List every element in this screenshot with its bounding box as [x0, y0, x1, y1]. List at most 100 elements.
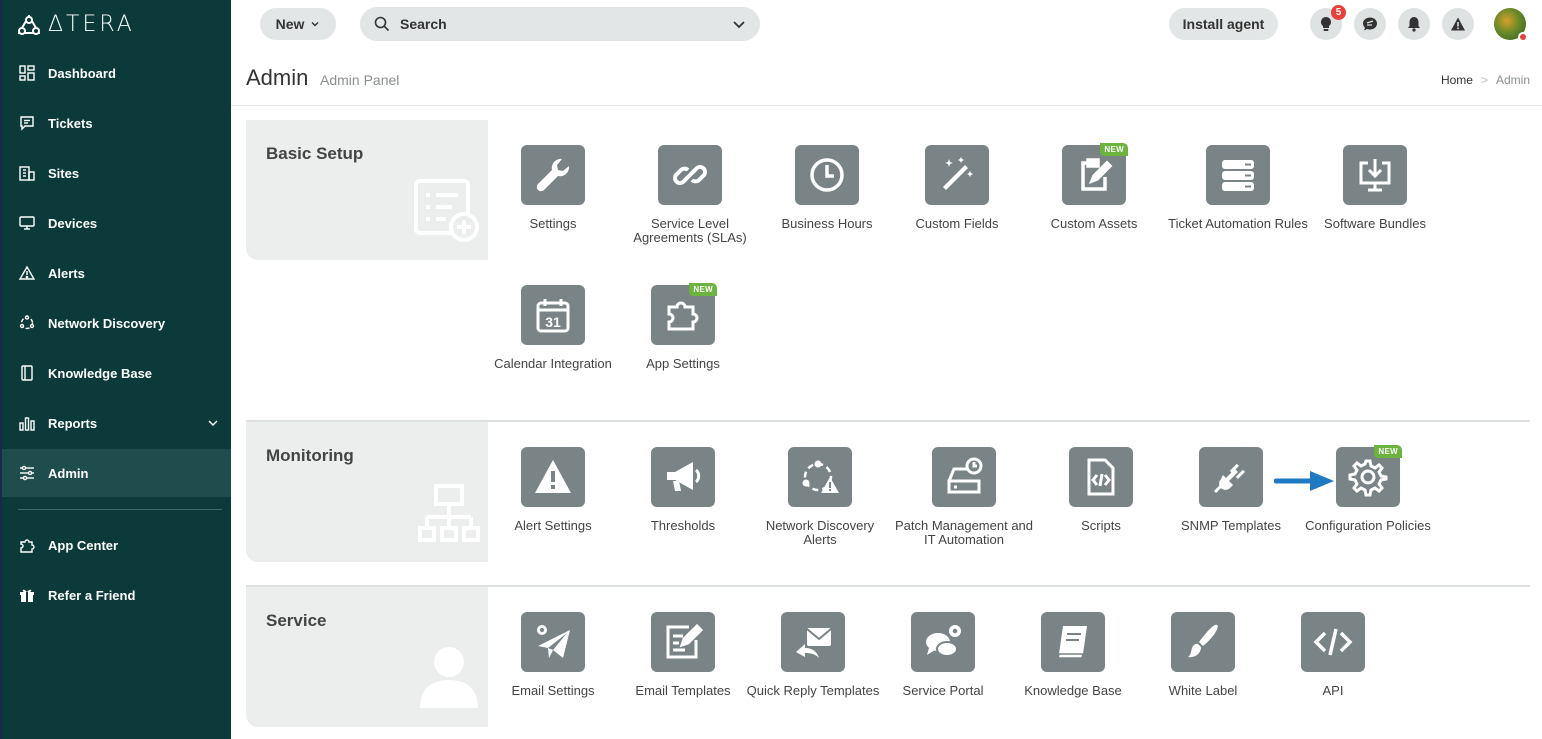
tile-email-settings[interactable]: Email Settings	[483, 612, 623, 698]
bell-icon	[1408, 17, 1420, 32]
breadcrumb-separator: >	[1480, 73, 1488, 87]
new-badge: NEW	[1100, 143, 1128, 156]
tile-patch-management[interactable]: Patch Management and IT Automation	[894, 447, 1034, 547]
tile-label: Service Level Agreements (SLAs)	[633, 216, 747, 245]
top-bar: New Install agent 5	[231, 0, 1542, 48]
breadcrumb-home-link[interactable]: Home	[1441, 73, 1473, 87]
tile-ticket-automation-rules[interactable]: Ticket Automation Rules	[1168, 145, 1308, 231]
tile-email-templates[interactable]: Email Templates	[613, 612, 753, 698]
brand-logo[interactable]: ΔTERA	[18, 12, 135, 37]
tile-calendar-integration[interactable]: 31 Calendar Integration	[483, 285, 623, 371]
network-alert-icon	[788, 447, 852, 507]
alerts-button[interactable]	[1442, 8, 1474, 40]
tile-quick-reply-templates[interactable]: Quick Reply Templates	[743, 612, 883, 698]
tile-settings[interactable]: Settings	[483, 145, 623, 231]
monitor-icon	[18, 214, 36, 232]
sidebar-item-devices[interactable]: Devices	[2, 199, 231, 247]
atera-logo-icon	[18, 14, 40, 35]
tile-label: Email Settings	[511, 683, 595, 698]
puzzle-icon: NEW	[651, 283, 717, 345]
download-monitor-icon	[1343, 145, 1407, 205]
sidebar-item-reports[interactable]: Reports	[2, 399, 231, 447]
tile-label: Alert Settings	[514, 518, 592, 533]
tile-thresholds[interactable]: Thresholds	[613, 447, 753, 533]
sidebar-item-label: App Center	[48, 537, 119, 553]
tile-api[interactable]: API	[1263, 612, 1403, 698]
template-edit-icon	[651, 612, 715, 672]
tile-service-portal[interactable]: Service Portal	[873, 612, 1013, 698]
sidebar-item-network-discovery[interactable]: Network Discovery	[2, 299, 231, 347]
tile-label: Custom Fields	[915, 216, 999, 231]
sidebar-item-label: Refer a Friend	[48, 587, 136, 603]
sidebar-item-dashboard[interactable]: Dashboard	[2, 49, 231, 97]
sidebar-divider	[18, 509, 222, 510]
avatar[interactable]	[1494, 8, 1528, 42]
tile-business-hours[interactable]: Business Hours	[757, 145, 897, 231]
paper-plane-gear-icon	[521, 612, 585, 672]
tile-label: SNMP Templates	[1181, 518, 1281, 533]
sidebar-item-label: Admin	[48, 465, 89, 481]
chat-button[interactable]	[1354, 8, 1386, 40]
tile-network-discovery-alerts[interactable]: Network Discovery Alerts	[750, 447, 890, 547]
tile-label: API	[1322, 683, 1344, 698]
plug-icon	[1199, 447, 1263, 507]
sidebar-item-label: Reports	[48, 415, 98, 431]
monitoring-panel: Monitoring	[246, 422, 488, 562]
breadcrumb-current: Admin	[1495, 73, 1530, 87]
tile-label: Business Hours	[781, 216, 873, 231]
tile-label: Service Portal	[902, 683, 984, 698]
search-icon	[374, 16, 390, 32]
new-button[interactable]: New	[260, 8, 336, 40]
tile-label: App Settings	[646, 356, 720, 371]
tile-label: White Label	[1168, 683, 1238, 698]
sidebar-item-label: Knowledge Base	[48, 365, 153, 381]
tile-app-settings[interactable]: NEW App Settings	[613, 283, 753, 371]
brush-icon	[1171, 612, 1235, 672]
tile-custom-fields[interactable]: Custom Fields	[887, 145, 1027, 231]
chevron-down-icon	[311, 22, 319, 27]
tile-knowledge-base[interactable]: Knowledge Base	[1003, 612, 1143, 698]
sidebar-item-refer-a-friend[interactable]: Refer a Friend	[2, 571, 231, 619]
sidebar-item-label: Dashboard	[48, 65, 116, 81]
gift-icon	[18, 586, 36, 604]
status-dot	[1518, 32, 1528, 42]
org-chart-icon	[418, 483, 480, 550]
building-icon	[18, 164, 36, 182]
sidebar-item-app-center[interactable]: App Center	[2, 521, 231, 569]
sidebar-item-admin[interactable]: Admin	[2, 449, 231, 497]
tile-alert-settings[interactable]: Alert Settings	[483, 447, 623, 533]
megaphone-icon	[651, 447, 715, 507]
tile-white-label[interactable]: White Label	[1133, 612, 1273, 698]
tile-label: Software Bundles	[1324, 216, 1426, 231]
sidebar-item-label: Alerts	[48, 265, 85, 281]
search-bar[interactable]	[360, 7, 760, 41]
notifications-button[interactable]	[1398, 8, 1430, 40]
sidebar-item-knowledge-base[interactable]: Knowledge Base	[2, 349, 231, 397]
tips-button[interactable]: 5	[1310, 5, 1346, 40]
new-badge: NEW	[1374, 445, 1402, 458]
warning-icon	[18, 264, 36, 282]
header-divider	[231, 105, 1542, 106]
tile-software-bundles[interactable]: Software Bundles	[1305, 145, 1445, 231]
server-stack-icon	[1206, 145, 1270, 205]
puzzle-icon	[18, 536, 36, 554]
sidebar-item-alerts[interactable]: Alerts	[2, 249, 231, 297]
bar-chart-icon	[18, 414, 36, 432]
new-badge: NEW	[689, 283, 717, 296]
clock-icon	[795, 145, 859, 205]
chevron-down-icon[interactable]	[732, 17, 746, 31]
tile-label: Patch Management and IT Automation	[894, 518, 1034, 547]
brand-name: ΔTERA	[48, 12, 135, 37]
drive-clock-icon	[932, 447, 996, 507]
sidebar-item-tickets[interactable]: Tickets	[2, 99, 231, 147]
chat-gear-icon	[911, 612, 975, 672]
tile-scripts[interactable]: Scripts	[1031, 447, 1171, 533]
tile-sla[interactable]: Service Level Agreements (SLAs)	[620, 145, 760, 245]
install-agent-button[interactable]: Install agent	[1169, 8, 1278, 40]
tile-custom-assets[interactable]: NEW Custom Assets	[1024, 143, 1164, 231]
sidebar-item-label: Tickets	[48, 115, 93, 131]
breadcrumb: Home > Admin	[1441, 73, 1530, 87]
sidebar-item-sites[interactable]: Sites	[2, 149, 231, 197]
search-input[interactable]	[400, 16, 730, 32]
lightbulb-icon	[1321, 17, 1331, 31]
